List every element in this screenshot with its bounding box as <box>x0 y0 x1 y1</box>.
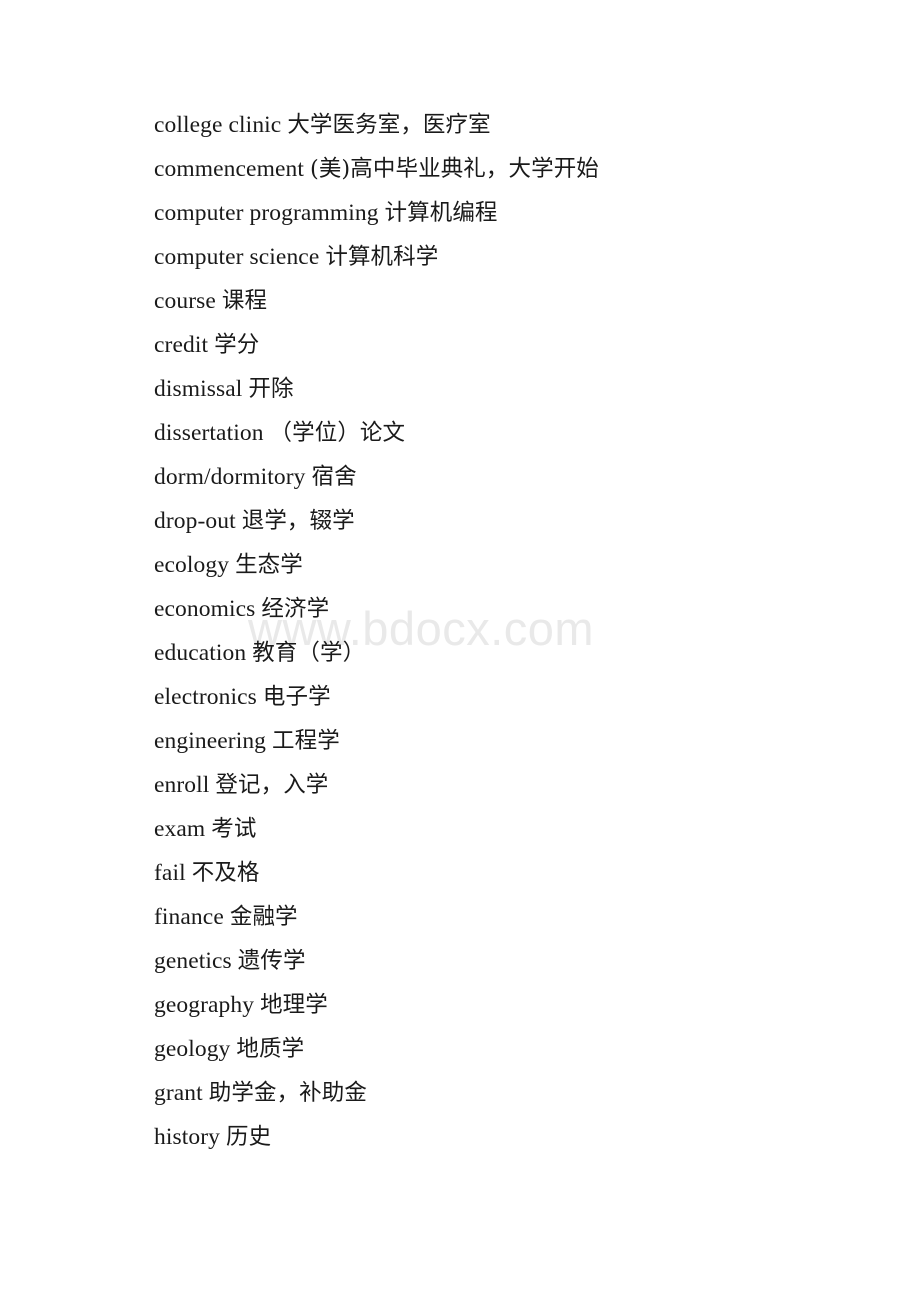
glossary-entry: history 历史 <box>154 1115 880 1159</box>
entry-gloss: 教育（学） <box>252 640 366 666</box>
glossary-entry: grant 助学金，补助金 <box>154 1071 880 1115</box>
entry-gloss: 考试 <box>211 816 257 842</box>
entry-gloss: (美)高中毕业典礼，大学开始 <box>309 156 599 182</box>
entry-term: credit <box>154 332 209 358</box>
glossary-entry: education 教育（学） <box>154 631 880 675</box>
entry-term: commencement <box>154 156 304 182</box>
entry-gloss: 计算机科学 <box>325 244 439 270</box>
glossary-entry: electronics 电子学 <box>154 675 880 719</box>
entry-term: ecology <box>154 552 230 578</box>
entry-gloss: 助学金，补助金 <box>208 1080 367 1106</box>
entry-term: economics <box>154 596 256 622</box>
entry-term: exam <box>154 816 206 842</box>
glossary-entry: course 课程 <box>154 279 880 323</box>
glossary-entry: finance 金融学 <box>154 895 880 939</box>
glossary-entry: computer programming 计算机编程 <box>154 191 880 235</box>
entry-term: dismissal <box>154 376 243 402</box>
entry-gloss: 历史 <box>225 1124 272 1150</box>
entry-gloss: 生态学 <box>235 552 303 578</box>
entry-gloss: 地理学 <box>260 992 328 1018</box>
glossary-entry: engineering 工程学 <box>154 719 880 763</box>
glossary-entry: exam 考试 <box>154 807 880 851</box>
glossary-entry: dissertation （学位）论文 <box>154 411 880 455</box>
document-page: www.bdocx.com college clinic 大学医务室，医疗室 co… <box>0 0 920 1302</box>
glossary-entry: credit 学分 <box>154 323 880 367</box>
glossary-entry: commencement (美)高中毕业典礼，大学开始 <box>154 147 880 191</box>
entry-gloss: 大学医务室，医疗室 <box>287 112 491 138</box>
glossary-entry: college clinic 大学医务室，医疗室 <box>154 103 880 147</box>
glossary-entry: geography 地理学 <box>154 983 880 1027</box>
entry-term: college clinic <box>154 112 282 138</box>
entry-term: computer programming <box>154 200 379 226</box>
entry-gloss: 计算机编程 <box>384 200 498 226</box>
glossary-list: college clinic 大学医务室，医疗室 commencement (美)… <box>154 103 880 1159</box>
entry-gloss: 登记，入学 <box>215 772 329 798</box>
glossary-entry: enroll 登记，入学 <box>154 763 880 807</box>
glossary-entry: drop-out 退学，辍学 <box>154 499 880 543</box>
entry-term: education <box>154 640 247 666</box>
glossary-entry: dismissal 开除 <box>154 367 880 411</box>
entry-gloss: （学位）论文 <box>269 420 406 446</box>
entry-gloss: 学分 <box>214 332 260 358</box>
entry-term: course <box>154 288 216 314</box>
entry-term: finance <box>154 904 224 930</box>
entry-term: history <box>154 1124 220 1150</box>
entry-term: fail <box>154 860 186 886</box>
entry-gloss: 地质学 <box>236 1036 305 1062</box>
entry-gloss: 不及格 <box>191 860 260 886</box>
entry-term: electronics <box>154 684 257 710</box>
entry-gloss: 退学，辍学 <box>241 508 355 534</box>
entry-gloss: 金融学 <box>229 904 298 930</box>
entry-term: enroll <box>154 772 210 798</box>
entry-term: drop-out <box>154 508 236 534</box>
entry-term: geography <box>154 992 255 1018</box>
glossary-entry: economics 经济学 <box>154 587 880 631</box>
entry-gloss: 电子学 <box>262 684 331 710</box>
entry-gloss: 工程学 <box>272 728 340 754</box>
glossary-entry: geology 地质学 <box>154 1027 880 1071</box>
glossary-entry: genetics 遗传学 <box>154 939 880 983</box>
entry-term: genetics <box>154 948 232 974</box>
entry-term: grant <box>154 1080 203 1106</box>
entry-gloss: 遗传学 <box>237 948 306 974</box>
entry-gloss: 课程 <box>221 288 268 314</box>
entry-term: computer science <box>154 244 320 270</box>
glossary-entry: dorm/dormitory 宿舍 <box>154 455 880 499</box>
entry-term: dissertation <box>154 420 264 446</box>
glossary-entry: computer science 计算机科学 <box>154 235 880 279</box>
entry-term: dorm/dormitory <box>154 464 306 490</box>
entry-gloss: 宿舍 <box>311 464 357 490</box>
glossary-entry: fail 不及格 <box>154 851 880 895</box>
entry-term: geology <box>154 1036 231 1062</box>
entry-term: engineering <box>154 728 267 754</box>
entry-gloss: 开除 <box>248 376 294 402</box>
glossary-entry: ecology 生态学 <box>154 543 880 587</box>
entry-gloss: 经济学 <box>261 596 330 622</box>
